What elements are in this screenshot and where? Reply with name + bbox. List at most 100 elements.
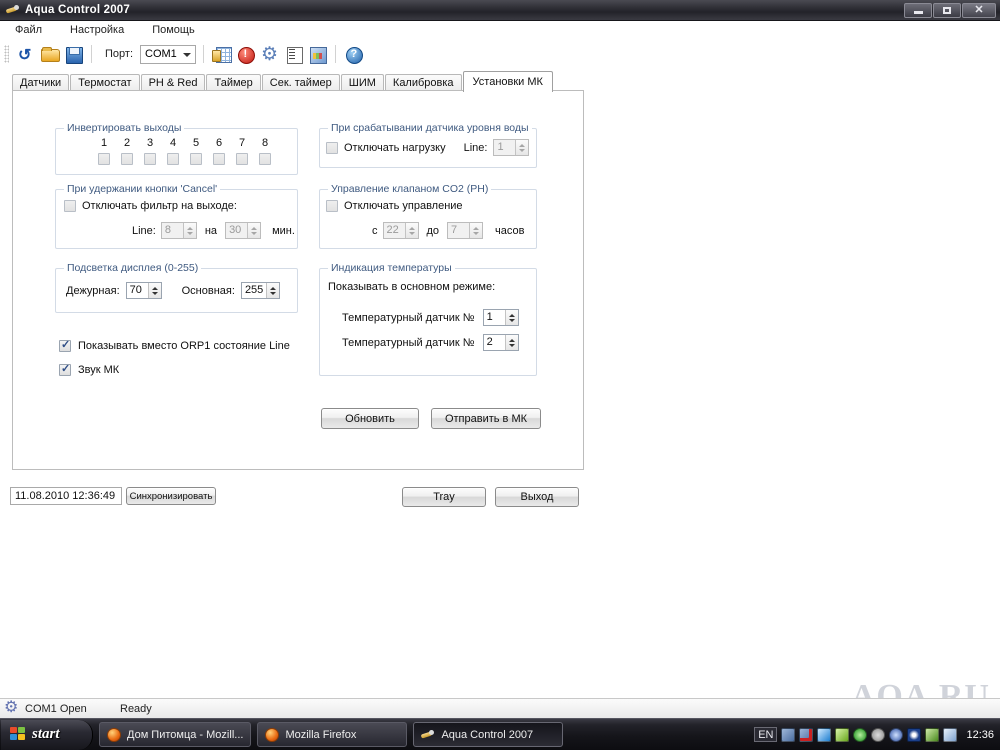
firefox-icon — [107, 727, 121, 742]
cancel-hold-line-label: Line: — [132, 224, 156, 237]
menu-item-file[interactable]: Файл — [12, 23, 45, 37]
co2-to-value: 7 — [451, 224, 458, 236]
status-connection: COM1 Open — [25, 702, 87, 715]
invert-output-checkbox-3[interactable] — [144, 153, 156, 165]
spinner-arrows[interactable] — [247, 223, 261, 238]
spinner-arrows[interactable] — [404, 223, 418, 238]
clipboard-icon[interactable] — [817, 727, 832, 742]
disable-load-checkbox[interactable] — [326, 141, 338, 154]
download-icon[interactable] — [835, 727, 850, 742]
toolbar-separator-3 — [335, 45, 336, 63]
cancel-hold-minutes-unit: мин. — [272, 224, 295, 237]
port-value: COM1 — [145, 48, 177, 60]
tab-sec-timer[interactable]: Сек. таймер — [261, 74, 340, 91]
taskbar-item-label: Aqua Control 2007 — [441, 728, 534, 741]
exit-button[interactable]: Выход — [495, 487, 579, 507]
tab-ph-red[interactable]: PH & Red — [140, 74, 206, 91]
spinner-arrows[interactable] — [469, 223, 483, 238]
spinner-arrows[interactable] — [147, 283, 161, 298]
taskbar-clock[interactable]: 12:36 — [966, 729, 994, 741]
mcu-sound-checkbox[interactable] — [59, 362, 71, 376]
tray-button[interactable]: Tray — [402, 487, 486, 507]
temp-sensor-2-value: 2 — [486, 336, 493, 348]
cancel-hold-line-spinner[interactable]: 8 — [160, 222, 197, 239]
save-icon[interactable] — [63, 44, 84, 65]
chart-icon[interactable] — [307, 44, 328, 65]
language-indicator[interactable]: EN — [754, 727, 778, 742]
alert-icon[interactable] — [235, 44, 256, 65]
tab-timer[interactable]: Таймер — [206, 74, 261, 91]
invert-output-checkbox-4[interactable] — [167, 153, 179, 165]
send-to-mcu-button[interactable]: Отправить в МК — [431, 408, 541, 429]
table-icon[interactable] — [211, 44, 232, 65]
list-icon[interactable] — [283, 44, 304, 65]
status-bar: COM1 Open Ready — [0, 697, 1000, 718]
output-number-8: 8 — [261, 137, 269, 149]
tab-pwm[interactable]: ШИМ — [340, 74, 384, 91]
co2-to-spinner[interactable]: 7 — [447, 222, 484, 239]
title-bar: Aqua Control 2007 ✕ — [0, 0, 1000, 21]
toolbar-grip[interactable] — [4, 45, 9, 63]
temp-sensor-2-spinner[interactable]: 2 — [482, 334, 519, 351]
wireless-icon[interactable] — [907, 727, 922, 742]
minimize-button[interactable] — [904, 2, 932, 18]
invert-output-checkbox-6[interactable] — [213, 153, 225, 165]
volume-icon[interactable] — [925, 727, 940, 742]
messenger-icon[interactable] — [871, 727, 886, 742]
antivirus-icon[interactable] — [853, 727, 868, 742]
group-water-level: При срабатывании датчика уровня воды Отк… — [319, 122, 537, 168]
tab-calibration[interactable]: Калибровка — [384, 74, 462, 91]
group-backlight-legend: Подсветка дисплея (0-255) — [64, 262, 202, 274]
temp-sensor-1-spinner[interactable]: 1 — [482, 309, 519, 326]
checkbox-row-mcu-sound[interactable]: Звук МК — [59, 362, 119, 376]
start-button[interactable]: start — [1, 719, 93, 750]
tab-panel-mcu-settings: Инвертировать выходы 1 2 3 4 5 6 7 8 При… — [12, 90, 584, 470]
datetime-display: 11.08.2010 12:36:49 — [10, 487, 122, 505]
cancel-hold-minutes-spinner[interactable]: 30 — [225, 222, 262, 239]
help-icon[interactable] — [343, 44, 364, 65]
network-error-icon[interactable] — [799, 727, 814, 742]
backlight-main-spinner[interactable]: 255 — [240, 282, 281, 299]
refresh-button[interactable]: Обновить — [321, 408, 419, 429]
tab-mcu-settings[interactable]: Установки МК — [462, 71, 553, 92]
show-orp1-checkbox[interactable] — [59, 338, 71, 352]
spinner-arrows[interactable] — [266, 283, 280, 298]
port-select[interactable]: COM1 — [140, 44, 196, 64]
taskbar-item-mozilla-firefox[interactable]: Mozilla Firefox — [257, 722, 408, 747]
invert-output-checkbox-8[interactable] — [259, 153, 271, 165]
invert-output-checkbox-1[interactable] — [98, 153, 110, 165]
backlight-standby-spinner[interactable]: 70 — [125, 282, 162, 299]
co2-from-spinner[interactable]: 22 — [382, 222, 419, 239]
spinner-arrows[interactable] — [504, 335, 518, 350]
invert-output-checkbox-5[interactable] — [190, 153, 202, 165]
tab-thermostat[interactable]: Термостат — [70, 74, 140, 91]
water-level-line-spinner[interactable]: 1 — [493, 139, 530, 156]
status-gear-icon — [4, 697, 19, 717]
menu-item-help[interactable]: Помощь — [149, 23, 198, 37]
backlight-main-label: Основная: — [181, 284, 235, 297]
invert-output-checkbox-7[interactable] — [236, 153, 248, 165]
gear-icon[interactable] — [259, 43, 280, 66]
browser-icon[interactable] — [889, 727, 904, 742]
group-backlight: Подсветка дисплея (0-255) Дежурная: 70 О… — [55, 262, 298, 313]
restore-button[interactable] — [933, 2, 961, 18]
refresh-icon[interactable] — [15, 44, 36, 65]
spinner-arrows[interactable] — [182, 223, 196, 238]
taskbar-item-aqua-control[interactable]: Aqua Control 2007 — [413, 722, 564, 747]
network-icon[interactable] — [781, 727, 796, 742]
disable-filter-checkbox[interactable] — [64, 200, 76, 212]
spinner-arrows[interactable] — [504, 310, 518, 325]
group-cancel-hold: При удержании кнопки 'Cancel' Отключать … — [55, 183, 298, 249]
settings-tray-icon[interactable] — [943, 727, 958, 742]
spinner-arrows[interactable] — [515, 140, 529, 155]
menu-item-settings[interactable]: Настройка — [67, 23, 127, 37]
tab-sensors[interactable]: Датчики — [12, 74, 70, 91]
status-state: Ready — [120, 702, 152, 715]
close-button[interactable]: ✕ — [962, 2, 996, 18]
taskbar-item-dom-pitomca[interactable]: Дом Питомца - Mozill... — [99, 722, 252, 747]
invert-output-checkbox-2[interactable] — [121, 153, 133, 165]
checkbox-row-show-orp1[interactable]: Показывать вместо ORP1 состояние Line — [59, 338, 290, 352]
sync-button[interactable]: Синхронизировать — [126, 487, 216, 505]
disable-control-checkbox[interactable] — [326, 200, 338, 212]
open-file-icon[interactable] — [39, 44, 60, 65]
